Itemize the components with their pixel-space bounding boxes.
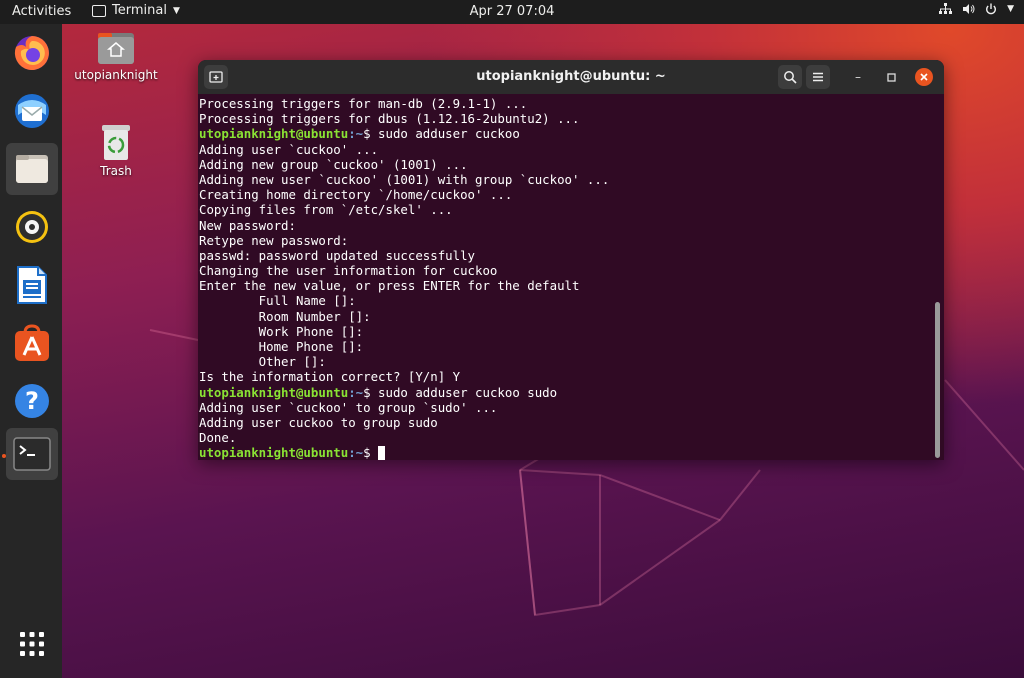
terminal-output-line: Room Number []: <box>199 308 371 324</box>
menu-button[interactable] <box>806 65 830 89</box>
terminal-title-container: utopianknight@ubuntu: ~ <box>198 69 944 84</box>
chevron-down-icon: ▼ <box>172 5 180 16</box>
terminal-command-line: utopianknight@ubuntu:~$ sudo adduser cuc… <box>199 126 929 141</box>
dock-item-terminal[interactable] <box>6 428 58 480</box>
terminal-output-line: Changing the user information for cuckoo <box>199 263 498 279</box>
software-center-icon <box>15 324 49 361</box>
terminal-output-line: Enter the new value, or press ENTER for … <box>199 278 580 294</box>
app-menu-label: Terminal <box>112 3 167 18</box>
prompt-symbol: $ <box>363 126 379 142</box>
prompt-user: utopianknight@ubuntu <box>199 126 349 142</box>
volume-icon <box>963 4 975 14</box>
desktop-home-folder[interactable]: utopianknight <box>71 30 161 82</box>
top-bar: Activities Terminal ▼ Apr 27 07:04 ▼ <box>0 0 1024 24</box>
home-folder-label: utopianknight <box>74 68 158 82</box>
home-folder-icon <box>98 33 134 64</box>
terminal-output-line: Full Name []: <box>199 293 356 309</box>
terminal-command-line: utopianknight@ubuntu:~$ <box>199 445 929 460</box>
dock-item-thunderbird[interactable] <box>6 85 58 137</box>
terminal-output[interactable]: Processing triggers for man-db (2.9.1-1)… <box>199 96 929 460</box>
terminal-output-line: Is the information correct? [Y/n] Y <box>199 369 461 385</box>
terminal-output-line: Creating home directory `/home/cuckoo' .… <box>199 187 513 203</box>
terminal-output-line: Adding user `cuckoo' ... <box>199 141 379 157</box>
thunderbird-icon <box>15 94 49 128</box>
terminal-window[interactable]: utopianknight@ubuntu: ~ – Processing tri… <box>198 60 944 460</box>
show-applications-button[interactable] <box>6 618 58 670</box>
prompt-symbol: $ <box>363 445 379 460</box>
terminal-command-line: utopianknight@ubuntu:~$ sudo adduser cuc… <box>199 385 929 400</box>
writer-icon <box>17 266 47 304</box>
prompt-user: utopianknight@ubuntu <box>199 445 349 460</box>
close-button[interactable] <box>915 68 933 86</box>
firefox-icon <box>14 36 49 70</box>
grid-icon <box>20 632 44 656</box>
text-cursor <box>378 446 386 460</box>
trash-icon <box>102 125 130 160</box>
dock: ? <box>0 24 62 678</box>
search-button[interactable] <box>778 65 802 89</box>
clock[interactable]: Apr 27 07:04 <box>470 4 555 19</box>
trash-label: Trash <box>100 164 132 178</box>
prompt-path: :~ <box>348 126 364 142</box>
prompt-path: :~ <box>348 384 364 400</box>
search-icon <box>784 71 797 84</box>
prompt-user: utopianknight@ubuntu <box>199 384 349 400</box>
command-text: sudo adduser cuckoo sudo <box>378 384 558 400</box>
files-icon <box>16 155 48 183</box>
terminal-output-line: Adding user cuckoo to group sudo <box>199 414 438 430</box>
dock-item-files[interactable] <box>6 143 58 195</box>
terminal-output-line: Adding user `cuckoo' to group `sudo' ... <box>199 399 498 415</box>
terminal-title: utopianknight@ubuntu: ~ <box>476 69 666 84</box>
dock-item-rhythmbox[interactable] <box>6 201 58 253</box>
minimize-icon: – <box>855 70 861 84</box>
terminal-output-line: Adding new user `cuckoo' (1001) with gro… <box>199 171 610 187</box>
terminal-output-line: passwd: password updated successfully <box>199 247 476 263</box>
prompt-symbol: $ <box>363 384 379 400</box>
svg-text:?: ? <box>25 387 39 415</box>
terminal-headerbar[interactable]: utopianknight@ubuntu: ~ – <box>198 60 944 94</box>
terminal-icon <box>13 437 51 471</box>
help-icon: ? <box>15 384 49 418</box>
activities-button[interactable]: Activities <box>12 4 71 19</box>
system-status-area[interactable]: ▼ <box>939 3 1014 15</box>
terminal-output-line: Retype new password: <box>199 232 349 248</box>
power-icon <box>986 3 997 15</box>
dock-item-firefox[interactable] <box>6 27 58 79</box>
desktop-trash[interactable]: Trash <box>71 122 161 178</box>
terminal-output-line: Done. <box>199 430 237 446</box>
terminal-output-line: Other []: <box>199 354 326 370</box>
terminal-output-line: Copying files from `/etc/skel' ... <box>199 202 453 218</box>
app-menu[interactable]: Terminal ▼ <box>92 3 180 18</box>
maximize-icon <box>886 72 896 82</box>
terminal-output-line: New password: <box>199 217 296 233</box>
dock-item-software[interactable] <box>6 317 58 369</box>
hamburger-icon <box>813 72 823 82</box>
terminal-output-line: Processing triggers for man-db (2.9.1-1)… <box>199 96 528 111</box>
menu-caret-icon: ▼ <box>1007 4 1014 14</box>
new-tab-icon <box>209 71 223 83</box>
network-icon <box>939 3 953 14</box>
rhythmbox-icon <box>16 211 48 243</box>
prompt-path: :~ <box>348 445 364 460</box>
dock-item-help[interactable]: ? <box>6 375 58 427</box>
terminal-output-line: Home Phone []: <box>199 339 364 354</box>
minimize-button[interactable]: – <box>849 68 867 86</box>
close-icon <box>920 73 928 81</box>
terminal-output-line: Processing triggers for dbus (1.12.16-2u… <box>199 111 580 127</box>
new-tab-button[interactable] <box>204 65 228 89</box>
terminal-output-line: Work Phone []: <box>199 323 364 339</box>
command-text: sudo adduser cuckoo <box>378 126 520 142</box>
dock-item-libreoffice-writer[interactable] <box>6 259 58 311</box>
terminal-mini-icon <box>92 4 106 17</box>
maximize-button[interactable] <box>882 68 900 86</box>
terminal-scrollbar[interactable] <box>935 302 940 458</box>
terminal-output-line: Adding new group `cuckoo' (1001) ... <box>199 156 468 172</box>
